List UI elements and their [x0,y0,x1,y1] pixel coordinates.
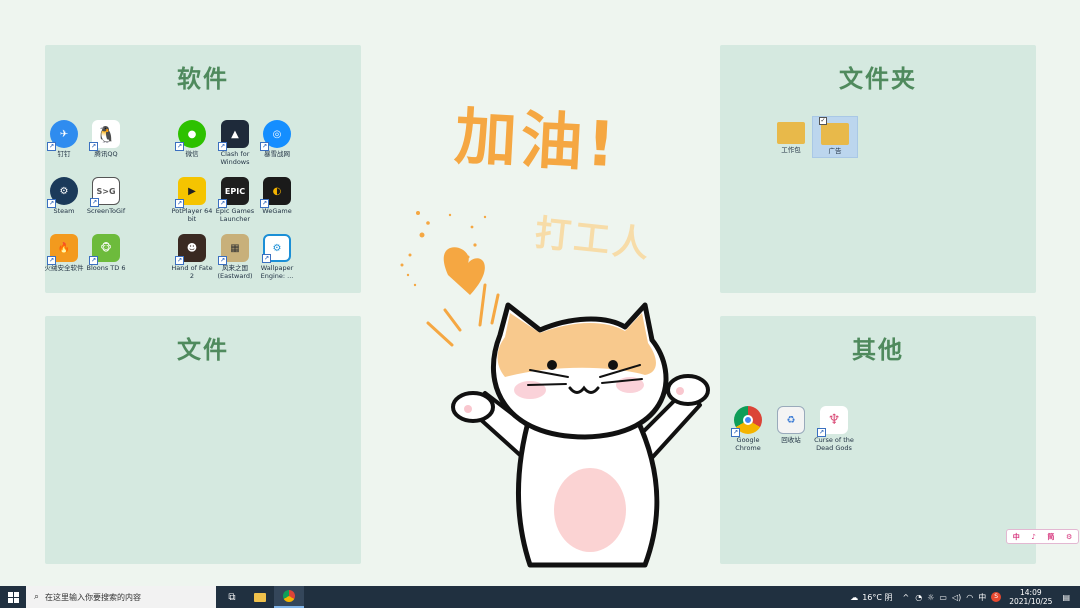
huorong-icon: 🔥 ↗ [47,234,78,265]
folder-icon: ✓ [819,117,849,145]
desktop-icon-clash[interactable]: ▲ ↗ Clash for Windows [212,120,258,178]
panel-title-software: 软件 [177,65,229,93]
weather-text[interactable]: 16°C 阴 [862,592,892,603]
clock-date: 2021/10/25 [1009,597,1053,606]
steam-icon: ⚙ ↗ [47,177,78,208]
desktop-icon-cursegods[interactable]: ♆ ↗ Curse of the Dead Gods [811,406,857,464]
cursegods-icon: ♆ ↗ [817,406,848,437]
desktop-icon-qq[interactable]: 🐧 ↗ 腾讯QQ [83,120,129,178]
ime-mode-label[interactable]: 中 [1013,532,1020,542]
desktop-icon-eastward[interactable]: ▦ ↗ 风来之国 (Eastward) [212,234,258,292]
wallpaperengine-icon: ⚙ ↗ [262,234,291,263]
ime-toolbar[interactable]: 中 ♪ 简 ⚙ [1006,529,1079,544]
panel-title-folders: 文件夹 [839,65,917,93]
desktop-icon-wegame[interactable]: ◐ ↗ WeGame [254,177,300,235]
headline-text: 加油! [452,99,621,182]
ime-settings-icon[interactable]: ⚙ [1066,533,1072,541]
taskbar: ⌕ 在这里输入你要搜索的内容 ⧉ ☁ 16°C 阴 ^ ◔ ☼ ▭ ◁) ◠ 中… [0,586,1080,608]
system-tray: ☁ 16°C 阴 ^ ◔ ☼ ▭ ◁) ◠ 中 S 14:09 2021/10/… [850,586,1080,608]
chrome-icon [283,590,295,602]
chrome-taskbar-button[interactable] [274,586,304,608]
task-view-icon: ⧉ [228,591,236,603]
desktop-icon-dingtalk[interactable]: ✈ ↗ 钉钉 [41,120,87,178]
potplayer-icon: ▶ ↗ [175,177,206,208]
screentogif-icon: S>G ↗ [90,177,120,207]
search-icon: ⌕ [34,592,40,602]
file-explorer-button[interactable] [246,586,274,608]
weather-icon[interactable]: ☁ [850,593,858,602]
volume-icon[interactable]: ◁) [952,593,961,602]
notification-icon[interactable]: ▤ [1062,593,1070,602]
folder-icon [777,122,805,144]
desktop-icon-huorong[interactable]: 🔥 ↗ 火绒安全软件 [41,234,87,292]
files-panel: 文件 [45,316,361,564]
file-explorer-icon [254,592,266,602]
chevron-up-icon[interactable]: ^ [903,593,910,602]
task-view-button[interactable]: ⧉ [218,586,246,608]
battlenet-icon: ◎ ↗ [260,120,291,151]
clock-time: 14:09 [1020,588,1042,597]
desktop-icon-wallpaperengine[interactable]: ⚙ ↗ Wallpaper Engine: ... [254,234,300,292]
recycle-bin-icon: ♻ [777,406,805,434]
network-icon[interactable]: ◔ [915,593,922,602]
epic-icon: EPIC ↗ [218,177,249,208]
sogou-icon[interactable]: S [991,592,1002,602]
desktop-icon-wechat[interactable]: ● ↗ 微信 [169,120,215,178]
battery-icon[interactable]: ▭ [939,593,947,602]
dingtalk-icon: ✈ ↗ [47,120,78,151]
desktop-icon-recycle-bin[interactable]: ♻ 回收站 [768,406,814,464]
heart-icon [443,247,485,295]
desktop-icon-epic[interactable]: EPIC ↗ Epic Games Launcher [212,177,258,235]
bloons-icon: 🐵 ↗ [89,234,120,265]
clash-icon: ▲ ↗ [218,120,249,151]
desktop-icon-handoffate[interactable]: ☻ ↗ Hand of Fate 2 [169,234,215,292]
search-placeholder: 在这里输入你要搜索的内容 [45,592,142,602]
panel-title-others: 其他 [852,336,904,364]
qq-icon: 🐧 ↗ [89,120,120,151]
desktop-icon-folder-work[interactable]: 工作包 [768,118,814,176]
taskbar-search-box[interactable]: ⌕ 在这里输入你要搜索的内容 [26,586,216,608]
clock[interactable]: 14:09 2021/10/25 [1009,588,1052,606]
ime-tray-label[interactable]: 中 [978,592,986,603]
start-button[interactable] [0,586,26,608]
desktop-icon-steam[interactable]: ⚙ ↗ Steam [41,177,87,235]
wifi-icon[interactable]: ◠ [966,593,973,602]
panel-title-files: 文件 [177,336,229,364]
desktop-icon-screentogif[interactable]: S>G ↗ ScreenToGif [83,177,129,235]
cat-illustration [400,211,710,568]
desktop-icon-potplayer[interactable]: ▶ ↗ PotPlayer 64 bit [169,177,215,235]
desktop: 软件 文件夹 文件 其他 ✈ ↗ 钉钉 🐧 ↗ 腾讯QQ ● ↗ 微信 ▲ ↗ Clas… [0,0,1080,586]
desktop-icon-folder-ads[interactable]: ✓ 广告 [812,116,858,158]
desktop-icon-battlenet[interactable]: ◎ ↗ 暴雪战网 [254,120,300,178]
checkbox-icon[interactable]: ✓ [819,117,827,125]
handoffate-icon: ☻ ↗ [175,234,206,265]
eastward-icon: ▦ ↗ [218,234,249,265]
wegame-icon: ◐ ↗ [260,177,291,208]
ime-simplified-label[interactable]: 简 [1047,532,1054,542]
tray-app-icon[interactable]: ☼ [927,593,934,602]
ime-sound-icon[interactable]: ♪ [1031,533,1035,541]
desktop-icon-bloons[interactable]: 🐵 ↗ Bloons TD 6 [83,234,129,292]
windows-logo-icon [7,591,19,603]
wechat-icon: ● ↗ [175,120,206,151]
